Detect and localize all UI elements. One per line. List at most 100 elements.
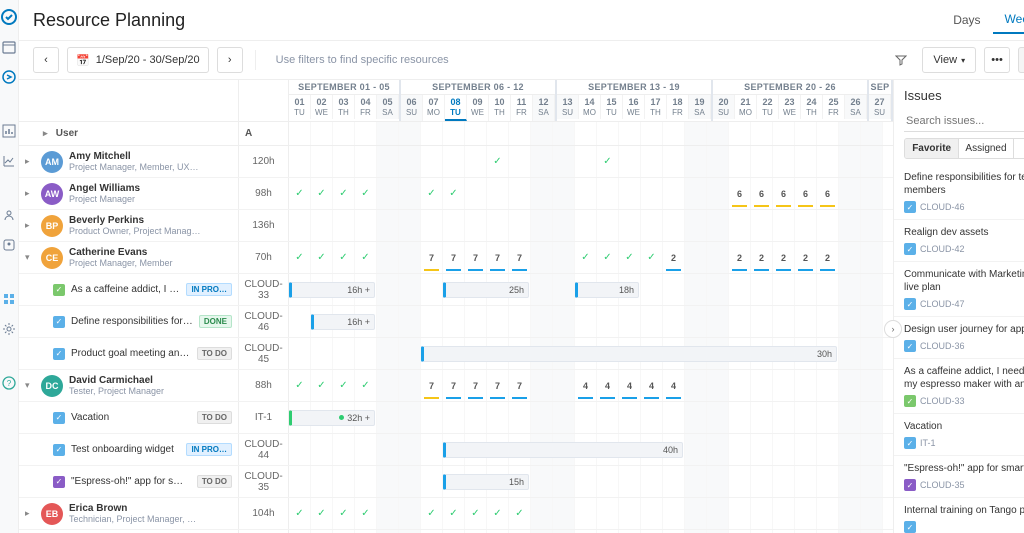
grid-cell[interactable] [465,306,487,337]
next-button[interactable]: › [217,47,243,73]
grid-cell[interactable] [795,434,817,465]
plan-time-button[interactable]: Plan Time [1018,47,1024,73]
expand-user[interactable]: ▸ [25,508,35,519]
avatar[interactable]: CE [41,247,63,269]
issue-card[interactable]: ★Realign dev assets✓CLOUD-42 [894,220,1024,262]
grid-cell[interactable] [839,498,861,529]
day-header[interactable]: 16WE [623,95,645,119]
day-header[interactable]: 18FR [667,95,689,119]
expand-user[interactable]: ▾ [25,252,35,263]
grid-cell[interactable]: ✓ [289,370,311,401]
expand-icon[interactable] [0,68,18,86]
grid-cell[interactable]: 4 [619,370,641,401]
grid-cell[interactable] [531,402,553,433]
grid-cell[interactable] [817,370,839,401]
issue-key[interactable]: CLOUD-45 [239,338,289,369]
grid-cell[interactable] [773,210,795,241]
issues-search[interactable] [904,111,1024,132]
grid-cell[interactable] [773,498,795,529]
day-header[interactable]: 22TU [757,95,779,119]
time-bar[interactable]: 18h [575,282,639,298]
grid-cell[interactable]: 7 [509,370,531,401]
chart-icon[interactable] [0,152,18,170]
grid-cell[interactable]: 2 [817,242,839,273]
grid-cell[interactable] [773,146,795,177]
grid-cell[interactable]: 2 [729,242,751,273]
grid-cell[interactable] [817,402,839,433]
grid-cell[interactable]: ✓ [597,242,619,273]
grid-cell[interactable] [773,306,795,337]
grid-cell[interactable] [597,210,619,241]
grid-cell[interactable] [729,210,751,241]
grid-cell[interactable] [509,210,531,241]
prev-button[interactable]: ‹ [33,47,59,73]
grid-cell[interactable] [817,274,839,305]
grid-cell[interactable] [399,498,421,529]
grid-cell[interactable] [839,402,861,433]
grid-cell[interactable]: ✓ [465,498,487,529]
grid-cell[interactable] [663,466,685,497]
grid-cell[interactable]: ✓ [619,242,641,273]
issue-key[interactable]: CLOUD-44 [239,434,289,465]
grid-cell[interactable] [817,498,839,529]
issue-card[interactable]: ★As a caffeine addict, I need to control… [894,359,1024,414]
grid-cell[interactable] [311,338,333,369]
grid-cell[interactable] [773,274,795,305]
grid-cell[interactable] [465,178,487,209]
filters-input[interactable]: Use filters to find specific resources [268,54,881,66]
grid-cell[interactable] [861,498,883,529]
day-header[interactable]: 21MO [735,95,757,119]
grid-cell[interactable] [707,466,729,497]
grid-cell[interactable] [399,466,421,497]
grid-cell[interactable] [443,306,465,337]
grid-cell[interactable] [377,466,399,497]
grid-cell[interactable] [707,146,729,177]
grid-cell[interactable] [421,146,443,177]
grid-cell[interactable] [333,434,355,465]
day-header[interactable]: 14MO [579,95,601,119]
grid-cell[interactable]: 2 [751,242,773,273]
grid-cell[interactable] [377,402,399,433]
grid-cell[interactable]: ✓ [289,178,311,209]
grid-cell[interactable] [531,242,553,273]
grid-cell[interactable] [575,498,597,529]
grid-cell[interactable] [707,210,729,241]
view-dropdown[interactable]: View ▾ [922,47,976,73]
grid-cell[interactable] [553,498,575,529]
grid-cell[interactable] [289,210,311,241]
team-icon[interactable] [0,206,18,224]
task-name[interactable]: As a caffeine addict, I need... [71,284,180,295]
time-bar[interactable]: 16h + [311,314,375,330]
status-badge[interactable]: DONE [199,315,232,328]
grid-cell[interactable] [817,210,839,241]
grid-cell[interactable] [597,466,619,497]
grid-cell[interactable] [553,402,575,433]
grid-cell[interactable] [751,402,773,433]
grid-cell[interactable] [509,402,531,433]
day-header[interactable]: 01TU [289,95,311,119]
grid-cell[interactable] [729,146,751,177]
grid-cell[interactable] [707,498,729,529]
grid-cell[interactable] [839,146,861,177]
calendar-icon[interactable] [0,38,18,56]
grid-cell[interactable] [685,210,707,241]
grid-cell[interactable] [421,466,443,497]
grid-cell[interactable] [839,466,861,497]
issue-key[interactable]: IT-1 [239,402,289,433]
grid-cell[interactable] [685,274,707,305]
grid-cell[interactable] [399,210,421,241]
grid-cell[interactable] [377,338,399,369]
grid-cell[interactable] [707,402,729,433]
grid-cell[interactable]: ✓ [443,498,465,529]
grid-cell[interactable] [641,306,663,337]
grid-cell[interactable] [619,210,641,241]
grid-cell[interactable]: 6 [795,178,817,209]
day-header[interactable]: 11FR [511,95,533,121]
grid-cell[interactable]: ✓ [333,178,355,209]
toolbar-more[interactable]: ••• [984,47,1010,73]
grid-cell[interactable] [421,210,443,241]
grid-cell[interactable] [377,210,399,241]
grid-cell[interactable] [553,466,575,497]
grid-cell[interactable] [707,242,729,273]
grid-cell[interactable]: ✓ [311,498,333,529]
